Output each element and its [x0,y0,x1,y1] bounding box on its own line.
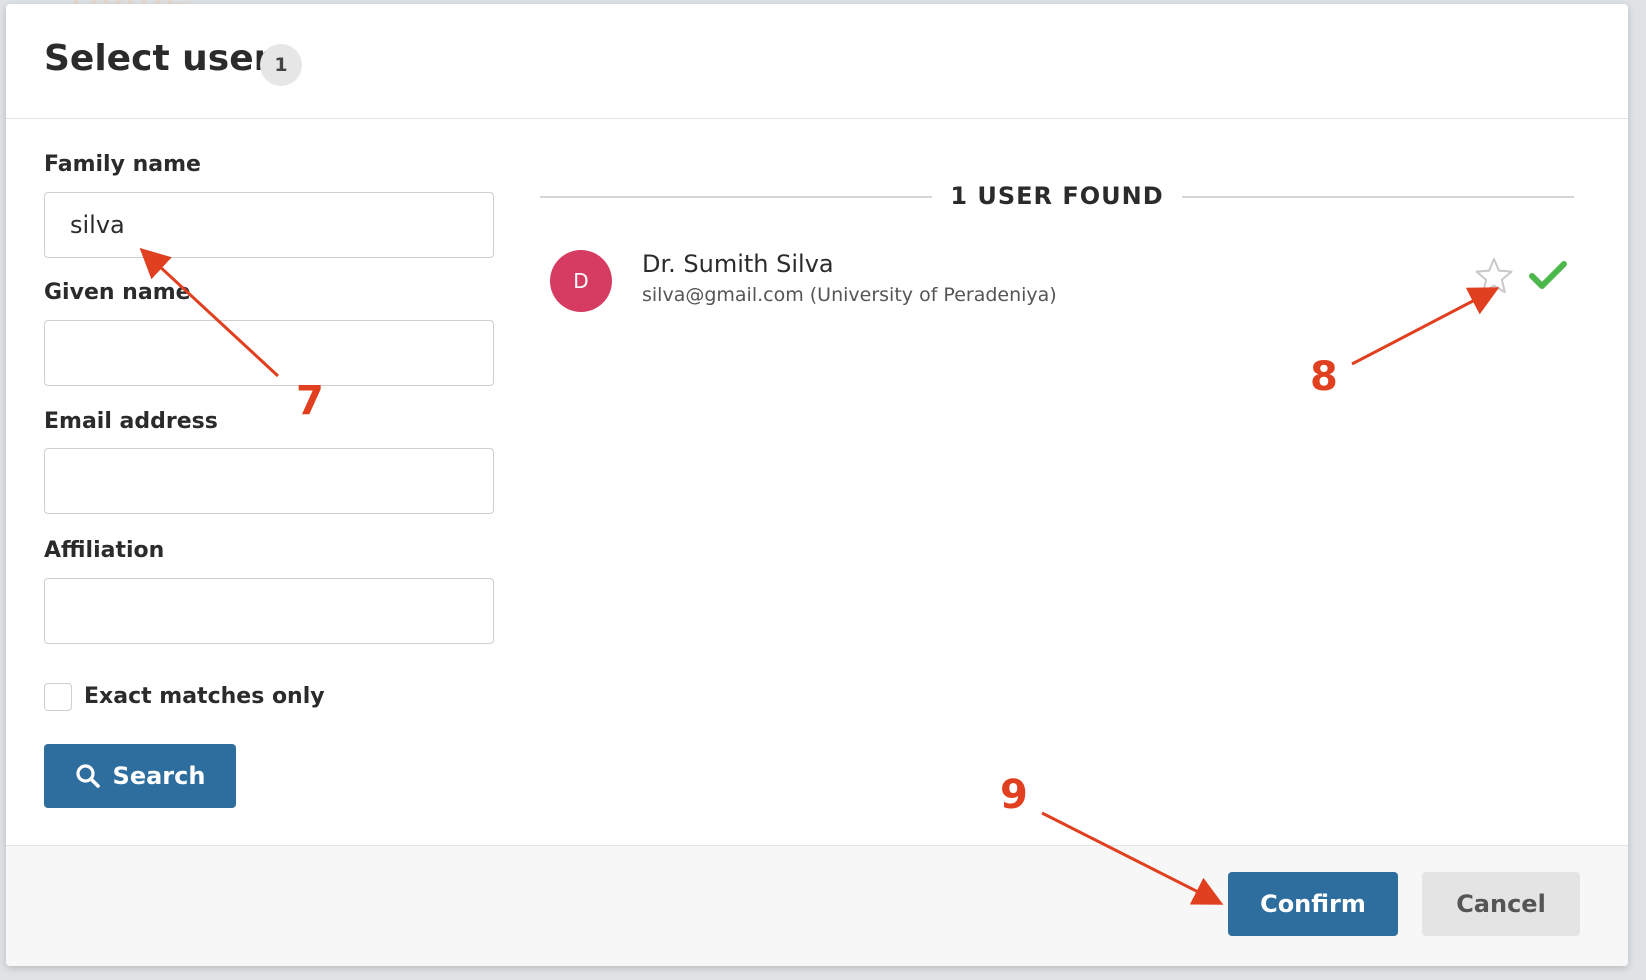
modal-footer: Confirm Cancel [6,845,1628,966]
family-name-label: Family name [44,152,201,177]
affiliation-input[interactable] [44,578,494,644]
given-name-label: Given name [44,280,191,305]
check-icon[interactable] [1528,260,1568,292]
avatar: D [550,250,612,312]
results-header: 1 USER FOUND [540,182,1574,212]
affiliation-label: Affiliation [44,538,165,563]
annotation-number-7: 7 [296,378,324,424]
family-name-input[interactable] [44,192,494,258]
user-result-row[interactable]: D Dr. Sumith Silva silva@gmail.com (Univ… [550,246,1570,316]
annotation-number-8: 8 [1310,354,1338,400]
star-icon[interactable] [1474,256,1514,296]
user-name: Dr. Sumith Silva [642,250,834,278]
modal-header: Select users 1 [6,4,1628,119]
exact-matches-checkbox[interactable] [44,683,72,711]
search-button-label: Search [112,762,206,790]
given-name-input[interactable] [44,320,494,386]
annotation-number-9: 9 [1000,772,1028,818]
cancel-button[interactable]: Cancel [1422,872,1580,936]
user-email-affiliation: silva@gmail.com (University of Peradeniy… [642,284,1057,306]
confirm-button[interactable]: Confirm [1228,872,1398,936]
search-button[interactable]: Search [44,744,236,808]
exact-matches-label[interactable]: Exact matches only [84,684,325,709]
email-address-input[interactable] [44,448,494,514]
select-users-modal: Select users 1 Family name Given name Em… [6,4,1628,966]
modal-title: Select users [44,38,293,79]
results-divider-right [1182,196,1574,198]
selected-count-badge: 1 [260,44,302,86]
search-icon [75,763,101,789]
email-address-label: Email address [44,409,218,434]
